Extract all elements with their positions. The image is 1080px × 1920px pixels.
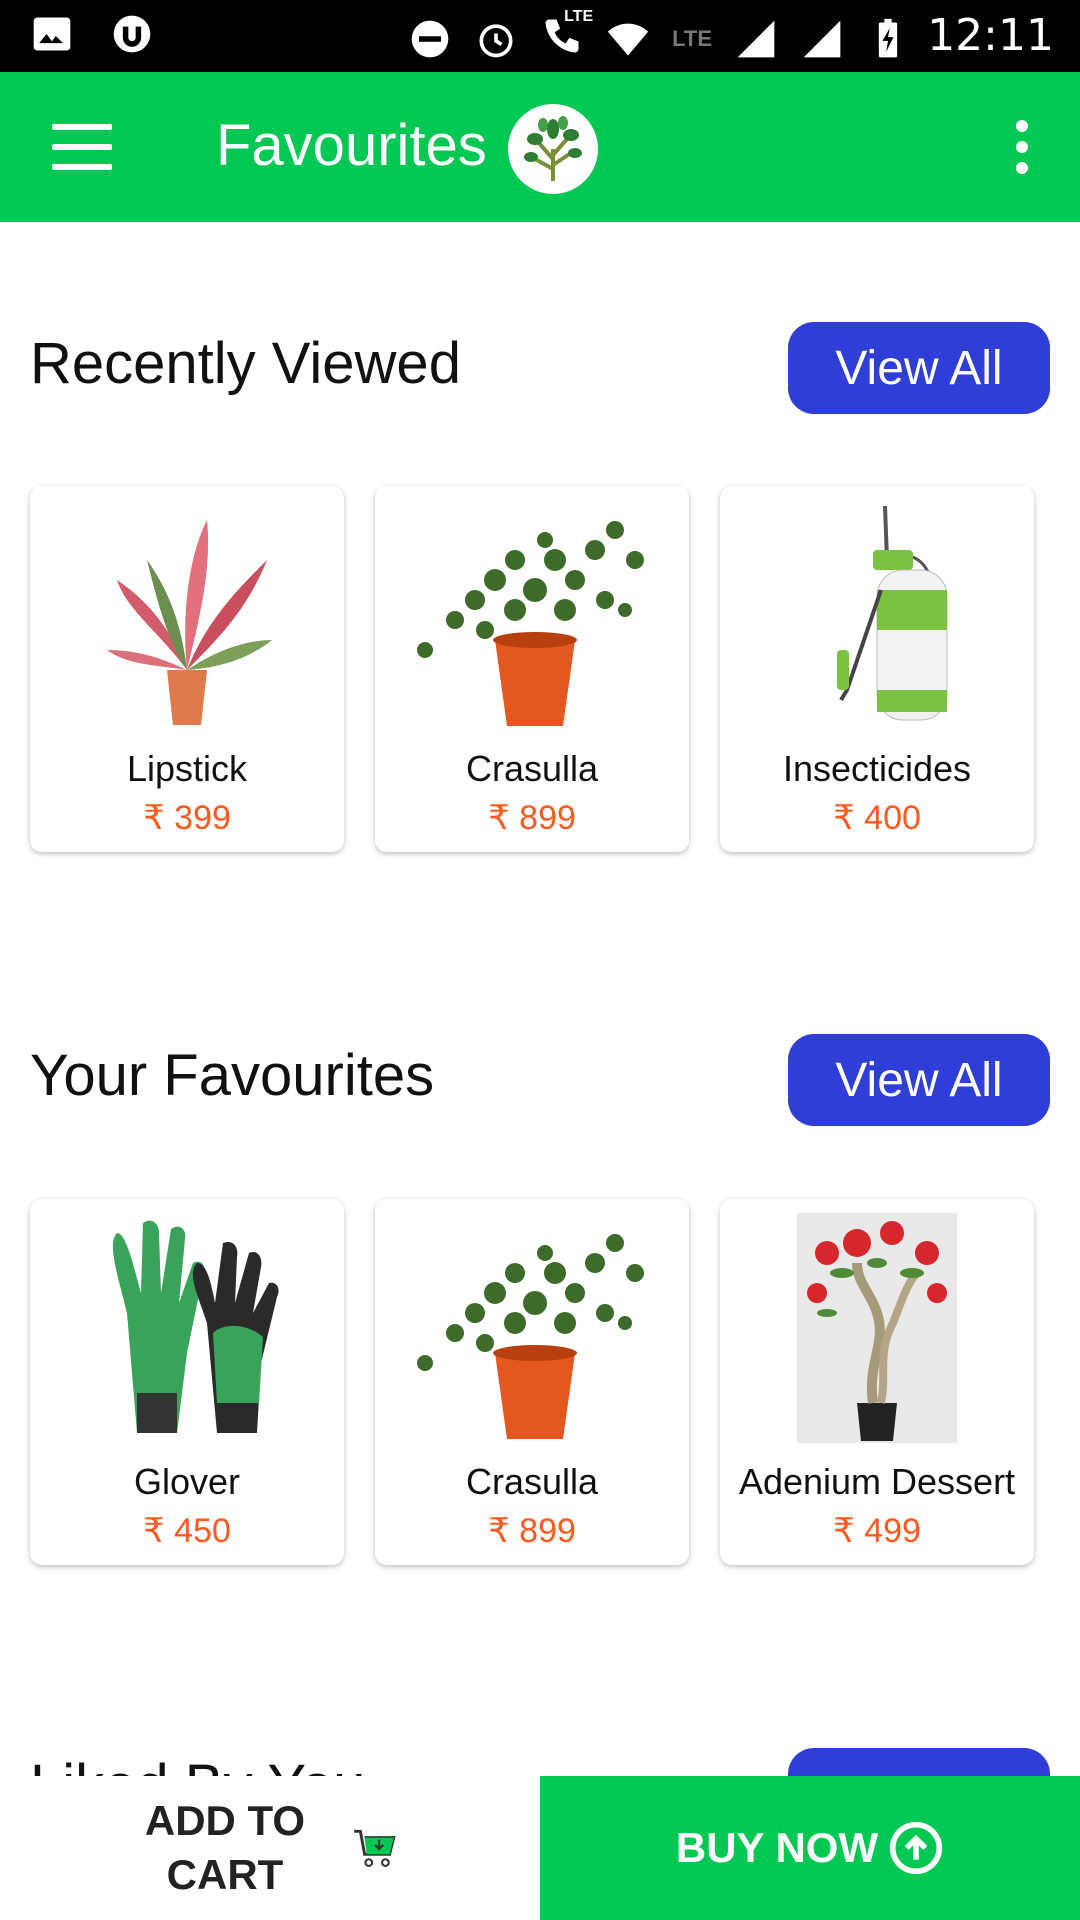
product-card[interactable]: Insecticides ₹ 400 <box>720 486 1034 852</box>
product-image-crasulla <box>395 1213 669 1443</box>
battery-charging-icon <box>878 18 898 57</box>
product-image-insecticides <box>740 500 1014 730</box>
app-bar: Favourites <box>0 72 1080 222</box>
product-image-glover <box>50 1213 324 1443</box>
product-name: Adenium Dessert <box>738 1461 1016 1502</box>
product-card[interactable]: Crasulla ₹ 899 <box>375 486 689 852</box>
product-price: ₹ 400 <box>833 799 921 837</box>
alarm-icon <box>479 23 513 57</box>
gallery-icon <box>33 17 71 51</box>
view-all-recently-viewed-button[interactable]: View All <box>788 322 1050 414</box>
product-card[interactable]: Glover ₹ 450 <box>30 1199 344 1565</box>
product-card[interactable]: Adenium Dessert ₹ 499 <box>720 1199 1034 1565</box>
lte-label: LTE <box>672 25 712 51</box>
product-name: Glover <box>133 1461 241 1502</box>
utorrent-icon <box>113 15 151 53</box>
product-image-crasulla <box>395 500 669 730</box>
arrow-up-circle-icon <box>889 1821 943 1875</box>
wifi-icon <box>607 23 649 55</box>
product-card[interactable]: Crasulla ₹ 899 <box>375 1199 689 1565</box>
product-price: ₹ 450 <box>143 1512 231 1550</box>
add-to-cart-button[interactable]: ADD TO CART <box>0 1776 540 1920</box>
product-price: ₹ 899 <box>488 1512 576 1550</box>
product-name: Lipstick <box>126 748 248 789</box>
section-title-liked-by-you: Liked By You <box>30 1752 365 1776</box>
favourites-list: Glover ₹ 450 Crasulla ₹ 899 Adenium Dess… <box>30 1199 1080 1569</box>
section-title-recently-viewed: Recently Viewed <box>30 331 461 396</box>
product-price: ₹ 399 <box>143 799 231 837</box>
section-title-your-favourites: Your Favourites <box>30 1043 435 1108</box>
add-to-cart-label: ADD TO CART <box>144 1797 306 1898</box>
bottom-action-bar: ADD TO CART BUY NOW <box>0 1776 1080 1920</box>
cart-icon <box>354 1829 396 1867</box>
product-name: Crasulla <box>465 748 599 789</box>
more-options-icon[interactable] <box>1012 120 1032 174</box>
page-title: Favourites <box>216 113 487 178</box>
product-name: Crasulla <box>465 1461 599 1502</box>
tree-logo-icon <box>508 104 598 194</box>
product-image-lipstick <box>50 500 324 730</box>
product-price: ₹ 899 <box>488 799 576 837</box>
signal-icon <box>737 20 775 57</box>
do-not-disturb-icon <box>411 20 449 57</box>
buy-now-button[interactable]: BUY NOW <box>540 1776 1080 1920</box>
lte-call-label: LTE <box>564 8 594 25</box>
product-image-adenium <box>740 1213 1014 1443</box>
buy-now-label: BUY NOW <box>675 1824 879 1871</box>
product-name: Insecticides <box>782 748 972 789</box>
recently-viewed-list: Lipstick ₹ 399 Crasulla ₹ 899 Insecticid… <box>30 486 1080 856</box>
menu-icon[interactable] <box>52 124 112 170</box>
signal-icon-2 <box>803 20 841 57</box>
product-card[interactable]: Lipstick ₹ 399 <box>30 486 344 852</box>
view-all-favourites-button[interactable]: View All <box>788 1034 1050 1126</box>
clock: 12:11 <box>927 10 1054 61</box>
status-bar: LTE LTE 12:11 <box>0 0 1080 72</box>
product-price: ₹ 499 <box>833 1512 921 1550</box>
